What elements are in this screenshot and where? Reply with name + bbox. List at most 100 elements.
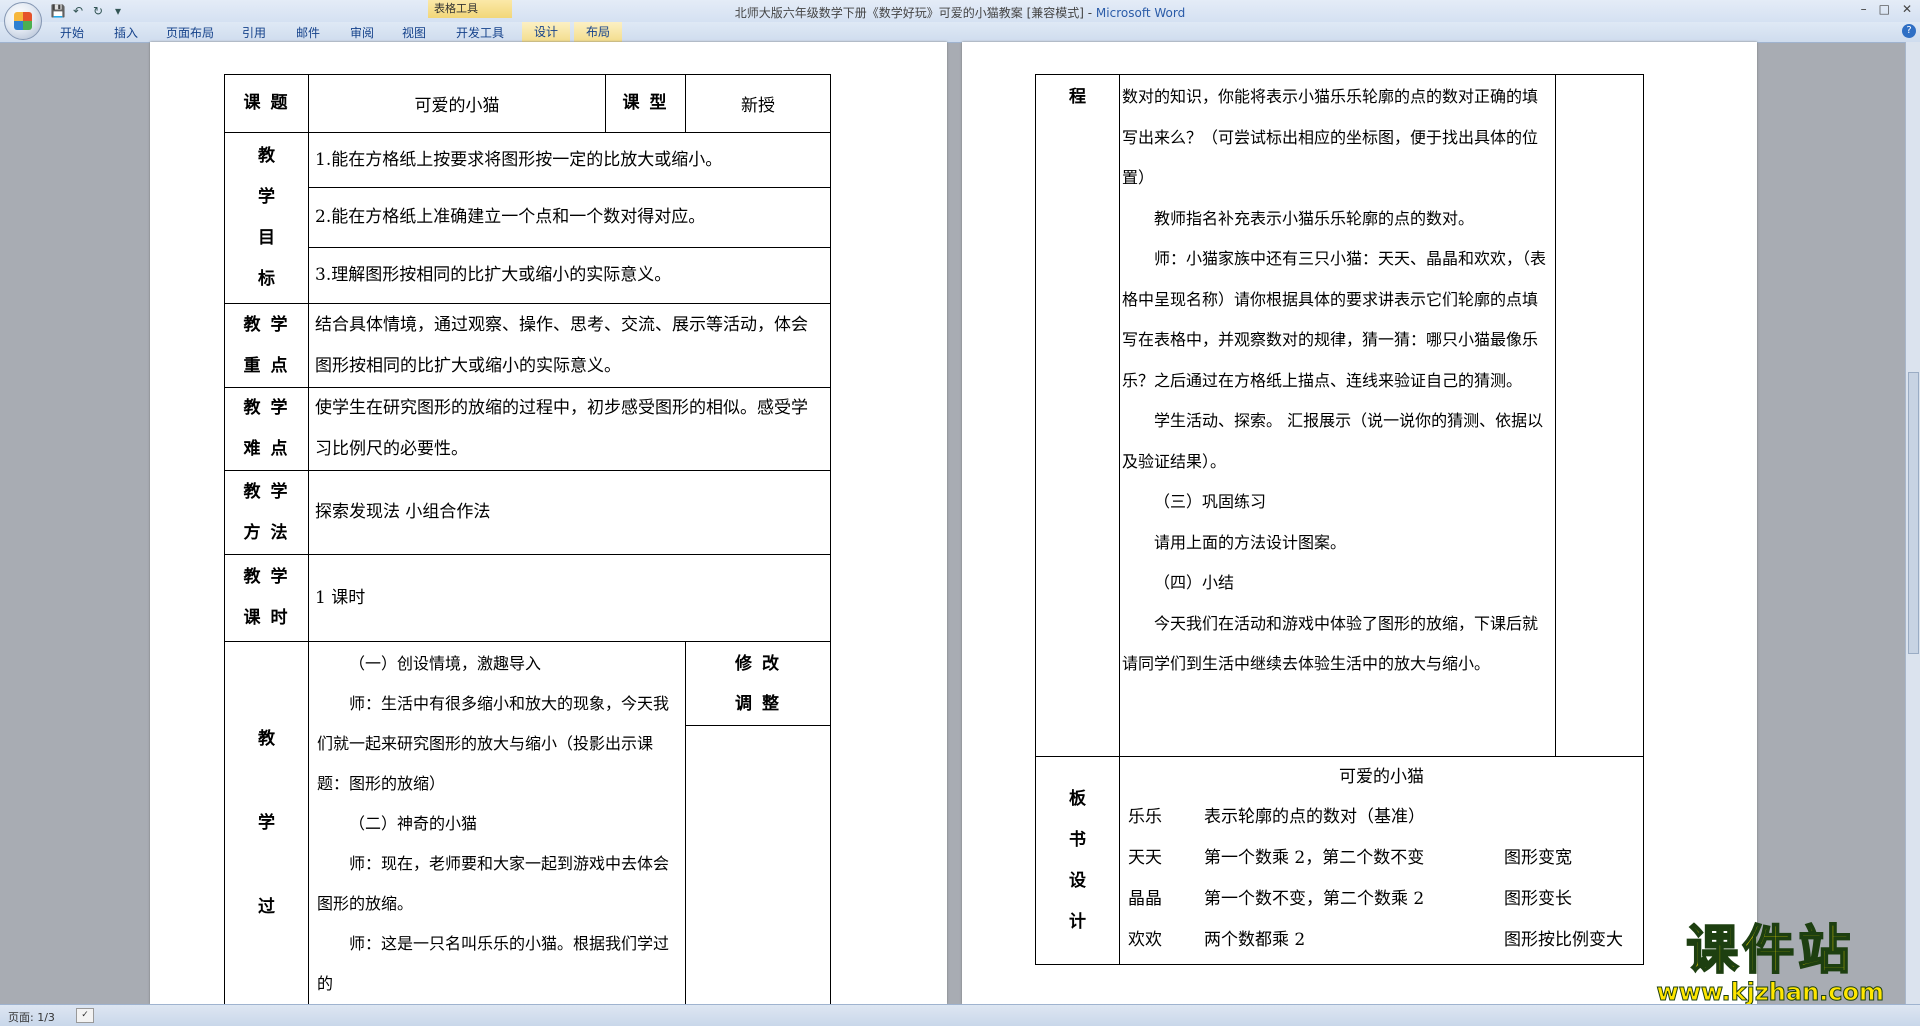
kjzhan-watermark: 课件站 www.kjzhan.com — [1656, 921, 1884, 1006]
type-value[interactable]: 新授 — [685, 74, 831, 133]
document-page-2: 程 数对的知识，你能将表示小猫乐乐轮廓的点的数对正确的填写出来么？（可尝试标出相… — [962, 42, 1757, 1004]
process-paragraph: 数对的知识，你能将表示小猫乐乐轮廓的点的数对正确的填写出来么？（可尝试标出相应的… — [1122, 87, 1539, 187]
scrollbar-thumb[interactable] — [1908, 372, 1919, 654]
board-rule: 两个数都乘 2 — [1204, 930, 1306, 950]
focus-label: 教 学 重 点 — [224, 303, 309, 388]
goals-label-char: 教 — [258, 146, 275, 166]
watermark-text: 课件站 — [1685, 921, 1855, 981]
process-paragraph: 教师指名补充表示小猫乐乐轮廓的点的数对。 — [1154, 208, 1475, 228]
tab-developer[interactable]: 开发工具 — [456, 24, 504, 41]
process-paragraph: 学生活动、探索。 汇报展示（说一说你的猜测、依据以及验证结果）。 — [1122, 411, 1544, 471]
difficulty-label-line: 难 点 — [243, 439, 290, 459]
board-effect: 图形变长 — [1504, 889, 1572, 909]
revise-label-line: 调 整 — [735, 694, 781, 714]
lesson-table-page-2: 程 数对的知识，你能将表示小猫乐乐轮廓的点的数对正确的填写出来么？（可尝试标出相… — [1035, 74, 1644, 965]
goals-label: 教 学 目 标 — [224, 132, 309, 304]
board-rule: 第一个数乘 2，第二个数不变 — [1204, 848, 1425, 868]
method-label-line: 教 学 — [243, 481, 290, 502]
process-paragraph: （三）巩固练习 — [1154, 492, 1267, 511]
board-row: 天天 第一个数乘 2，第二个数不变 图形变宽 — [1120, 838, 1643, 879]
process-paragraph: 师：生活中有很多缩小和放大的现象，今天我们就一起来研究图形的放大与缩小（投影出示… — [317, 694, 670, 793]
vertical-scrollbar[interactable] — [1905, 42, 1920, 1004]
hours-label-line: 课 时 — [243, 608, 290, 628]
topic-label: 课 题 — [224, 74, 309, 133]
board-label-char: 计 — [1069, 911, 1086, 932]
hours-text[interactable]: 1 课时 — [308, 554, 831, 642]
board-rule: 表示轮廓的点的数对（基准） — [1204, 807, 1425, 827]
process-label-char: 学 — [258, 813, 275, 833]
revise-label: 修 改 调 整 — [686, 642, 830, 726]
board-cat-name: 乐乐 — [1128, 807, 1162, 827]
process-paragraph: （一）创设情境，激趣导入 — [349, 654, 542, 673]
tab-references[interactable]: 引用 — [242, 24, 266, 41]
process-content[interactable]: （一）创设情境，激趣导入 师：生活中有很多缩小和放大的现象，今天我们就一起来研究… — [308, 641, 686, 1005]
revise-cell[interactable]: 修 改 调 整 — [685, 641, 831, 1005]
board-label-char: 板 — [1069, 788, 1086, 809]
board-content[interactable]: 可爱的小猫 乐乐 表示轮廓的点的数对（基准） 天天 第一个数乘 2，第二个数不变… — [1119, 756, 1644, 965]
goal-2[interactable]: 2.能在方格纸上准确建立一个点和一个数对得对应。 — [308, 187, 831, 248]
proofing-icon[interactable]: ✓ — [76, 1008, 94, 1023]
tab-design[interactable]: 设计 — [522, 22, 571, 42]
board-label-char: 设 — [1069, 870, 1086, 891]
goals-label-char: 目 — [258, 228, 275, 248]
board-title: 可爱的小猫 — [1339, 767, 1424, 787]
process-label: 教 学 过 — [224, 641, 309, 1005]
process-paragraph: 师：现在，老师要和大家一起到游戏中去体会图形的放缩。 — [317, 854, 670, 913]
goal-1[interactable]: 1.能在方格纸上按要求将图形按一定的比放大或缩小。 — [308, 132, 831, 188]
process-content-cont[interactable]: 数对的知识，你能将表示小猫乐乐轮廓的点的数对正确的填写出来么？（可尝试标出相应的… — [1119, 74, 1556, 757]
page-counter[interactable]: 页面: 1/3 — [8, 1009, 55, 1025]
app-name: Microsoft Word — [1095, 6, 1186, 20]
status-bar: 页面: 1/3 ✓ — [0, 1004, 1920, 1026]
window-title: 北师大版六年级数学下册《数学好玩》可爱的小猫教案 [兼容模式] - Micros… — [0, 4, 1920, 21]
board-effect: 图形变宽 — [1504, 848, 1572, 868]
board-rule: 第一个数不变，第二个数乘 2 — [1204, 889, 1425, 909]
process-paragraph: 师：这是一只名叫乐乐的小猫。根据我们学过的 — [317, 934, 670, 993]
document-title: 北师大版六年级数学下册《数学好玩》可爱的小猫教案 [兼容模式] - — [734, 6, 1096, 20]
method-label: 教 学 方 法 — [224, 470, 309, 555]
process-paragraph: （四）小结 — [1154, 573, 1235, 592]
board-label-char: 书 — [1069, 829, 1086, 850]
board-cat-name: 晶晶 — [1128, 889, 1162, 909]
board-effect: 图形按比例变大 — [1504, 930, 1623, 950]
tab-mailings[interactable]: 邮件 — [296, 24, 320, 41]
revise-cell-cont[interactable] — [1555, 74, 1644, 757]
process-paragraph: 今天我们在活动和游戏中体验了图形的放缩，下课后就请同学们到生活中继续去体验生活中… — [1122, 613, 1539, 674]
office-logo-icon — [14, 12, 32, 30]
tab-insert[interactable]: 插入 — [114, 24, 138, 41]
board-label: 板 书 设 计 — [1035, 756, 1120, 965]
title-bar: 💾 ↶ ↻ ▾ 表格工具 北师大版六年级数学下册《数学好玩》可爱的小猫教案 [兼… — [0, 0, 1920, 22]
tab-home[interactable]: 开始 — [60, 24, 84, 41]
close-button[interactable]: ✕ — [1902, 2, 1912, 16]
tab-view[interactable]: 视图 — [402, 24, 426, 41]
hours-label: 教 学 课 时 — [224, 554, 309, 642]
focus-label-line: 重 点 — [243, 355, 290, 376]
process-label-char: 教 — [258, 729, 275, 749]
maximize-button[interactable]: □ — [1879, 2, 1890, 16]
watermark-url: www.kjzhan.com — [1656, 978, 1884, 1006]
office-button[interactable] — [4, 2, 42, 40]
board-row: 欢欢 两个数都乘 2 图形按比例变大 — [1120, 920, 1643, 961]
focus-text[interactable]: 结合具体情境，通过观察、操作、思考、交流、展示等活动，体会图形按相同的比扩大或缩… — [308, 303, 831, 388]
goal-3[interactable]: 3.理解图形按相同的比扩大或缩小的实际意义。 — [308, 247, 831, 304]
focus-label-line: 教 学 — [243, 314, 290, 335]
tab-page-layout[interactable]: 页面布局 — [166, 24, 214, 41]
process-paragraph: （二）神奇的小猫 — [349, 814, 478, 833]
difficulty-text[interactable]: 使学生在研究图形的放缩的过程中，初步感受图形的相似。感受学习比例尺的必要性。 — [308, 387, 831, 471]
lesson-table-page-1: 课 题 可爱的小猫 课 型 新授 教 学 目 标 1.能在方格纸上按要求将图形按… — [224, 74, 831, 1005]
ribbon-tabs: 开始 插入 页面布局 引用 邮件 审阅 视图 开发工具 设计 布局 — [0, 22, 1920, 43]
method-text[interactable]: 探索发现法 小组合作法 — [308, 470, 831, 555]
board-cat-name: 欢欢 — [1128, 930, 1162, 950]
help-icon[interactable]: ? — [1902, 24, 1916, 38]
topic-value[interactable]: 可爱的小猫 — [308, 74, 606, 133]
tab-layout[interactable]: 布局 — [574, 22, 623, 42]
difficulty-label: 教 学 难 点 — [224, 387, 309, 471]
process-label-cont: 程 — [1035, 74, 1120, 757]
process-paragraph: 师：小猫家族中还有三只小猫：天天、晶晶和欢欢，（表格中呈现名称）请你根据具体的要… — [1122, 249, 1547, 390]
process-label-char: 过 — [258, 897, 275, 917]
hours-label-line: 教 学 — [243, 567, 290, 587]
board-row: 晶晶 第一个数不变，第二个数乘 2 图形变长 — [1120, 879, 1643, 920]
type-label: 课 型 — [605, 74, 686, 133]
tab-review[interactable]: 审阅 — [350, 24, 374, 41]
process-paragraph: 请用上面的方法设计图案。 — [1154, 532, 1347, 552]
minimize-button[interactable]: – — [1861, 2, 1867, 16]
